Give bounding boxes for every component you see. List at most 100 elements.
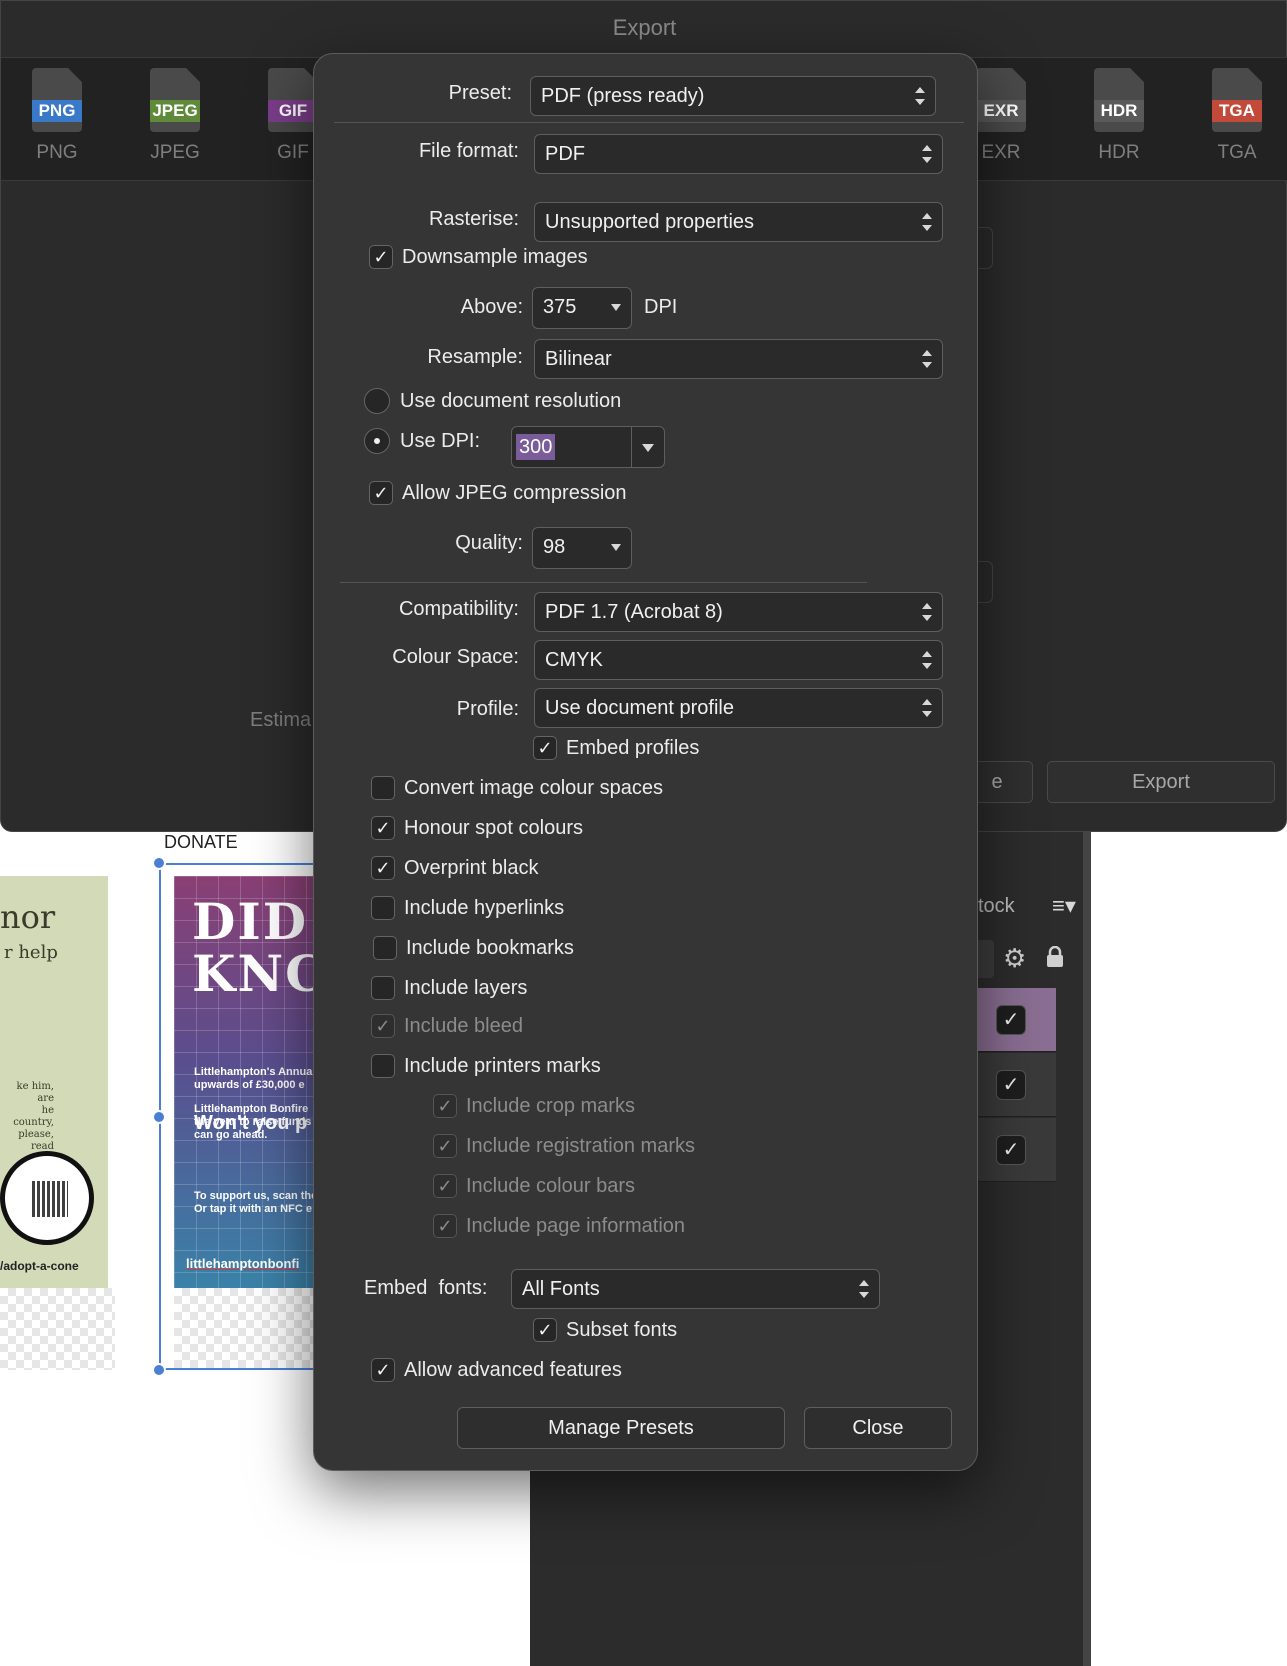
checkmark-icon: ✓ xyxy=(371,1014,395,1038)
format-tga[interactable]: TGA TGA xyxy=(1197,68,1277,164)
panel-scrollbar[interactable] xyxy=(1083,800,1091,1666)
checkmark-icon: ✓ xyxy=(369,245,393,269)
qr-code-badge xyxy=(0,1151,94,1245)
option-label: Include layers xyxy=(404,976,528,999)
export-button[interactable]: Export xyxy=(1047,761,1275,803)
include-colour-bars-checkbox: ✓ Include colour bars xyxy=(433,1174,635,1198)
dpi-unit-label: DPI xyxy=(644,296,678,318)
subset-fonts-checkbox[interactable]: ✓ Subset fonts xyxy=(533,1318,677,1342)
file-format-popup[interactable]: PDF xyxy=(534,134,943,174)
option-label: Include page information xyxy=(466,1214,686,1237)
preset-value: PDF (press ready) xyxy=(541,85,705,107)
layer-visibility-checkbox[interactable]: ✓ xyxy=(996,1005,1026,1035)
checkbox-empty xyxy=(371,896,395,920)
estimated-size-label: Estima xyxy=(250,709,312,731)
honour-spot-colours-checkbox[interactable]: ✓ Honour spot colours xyxy=(371,816,583,840)
use-dpi-field[interactable]: 300 xyxy=(511,426,665,468)
stepper-arrows-icon xyxy=(922,601,932,623)
include-page-information-checkbox: ✓ Include page information xyxy=(433,1214,685,1238)
pdf-options-dialog: Preset: PDF (press ready) File format: P… xyxy=(313,53,978,1471)
selection-handle-middle[interactable] xyxy=(152,1110,166,1124)
poster-left[interactable]: nor r help ke him, are he country, pleas… xyxy=(0,876,108,1288)
layer-visibility-checkbox[interactable]: ✓ xyxy=(996,1135,1026,1165)
use-document-resolution-label: Use document resolution xyxy=(400,389,622,412)
include-bookmarks-checkbox[interactable]: Include bookmarks xyxy=(373,936,574,960)
rasterise-label: Rasterise: xyxy=(428,208,519,230)
include-hyperlinks-checkbox[interactable]: Include hyperlinks xyxy=(371,896,564,920)
poster-left-url: /adopt-a-cone xyxy=(0,1259,79,1273)
checkmark-icon: ✓ xyxy=(433,1094,457,1118)
stepper-arrows-icon xyxy=(922,211,932,233)
include-layers-checkbox[interactable]: Include layers xyxy=(371,976,527,1000)
option-label: Overprint black xyxy=(404,856,539,879)
above-dpi-value: 375 xyxy=(543,296,577,318)
selection-handle-bottom[interactable] xyxy=(152,1363,166,1377)
selection-handle-top[interactable] xyxy=(152,856,166,870)
use-dpi-radio[interactable]: Use DPI: xyxy=(364,428,480,454)
gear-icon[interactable]: ⚙ xyxy=(1003,943,1026,974)
include-bleed-checkbox: ✓ Include bleed xyxy=(371,1014,523,1038)
above-dpi-combo[interactable]: 375 xyxy=(532,287,632,329)
overprint-black-checkbox[interactable]: ✓ Overprint black xyxy=(371,856,539,880)
format-png[interactable]: PNG PNG xyxy=(17,68,97,164)
layer-row[interactable]: ✓ xyxy=(978,1118,1056,1182)
include-crop-marks-checkbox: ✓ Include crop marks xyxy=(433,1094,635,1118)
checkmark-icon: ✓ xyxy=(433,1134,457,1158)
checkmark-icon: ✓ xyxy=(371,816,395,840)
convert-image-colour-spaces-checkbox[interactable]: Convert image colour spaces xyxy=(371,776,663,800)
layer-row[interactable]: ✓ xyxy=(978,988,1056,1052)
checkmark-icon: ✓ xyxy=(371,856,395,880)
rasterise-popup[interactable]: Unsupported properties xyxy=(534,202,943,242)
hdr-file-icon: HDR xyxy=(1094,68,1144,132)
radio-on-icon xyxy=(364,428,390,454)
rasterise-value: Unsupported properties xyxy=(545,211,755,233)
format-jpeg[interactable]: JPEG JPEG xyxy=(135,68,215,164)
png-file-icon: PNG xyxy=(32,68,82,132)
quality-label: Quality: xyxy=(455,532,523,554)
stepper-arrows-icon xyxy=(922,649,932,671)
use-dpi-value[interactable]: 300 xyxy=(516,434,556,460)
embed-profiles-checkbox[interactable]: ✓ Embed profiles xyxy=(533,736,699,760)
preset-label: Preset: xyxy=(448,82,512,104)
downsample-checkbox[interactable]: ✓ Downsample images xyxy=(369,245,588,269)
checkmark-icon: ✓ xyxy=(369,481,393,505)
include-printers-marks-checkbox[interactable]: Include printers marks xyxy=(371,1054,601,1078)
embed-fonts-popup[interactable]: All Fonts xyxy=(511,1269,880,1309)
allow-advanced-features-checkbox[interactable]: ✓ Allow advanced features xyxy=(371,1358,622,1382)
quality-combo[interactable]: 98 xyxy=(532,527,632,569)
use-dpi-label: Use DPI: xyxy=(400,429,481,452)
colour-space-label: Colour Space: xyxy=(392,646,519,668)
format-hdr[interactable]: HDR HDR xyxy=(1079,68,1159,164)
layer-row[interactable]: ✓ xyxy=(978,1053,1056,1117)
option-label: Include crop marks xyxy=(466,1094,635,1117)
subset-fonts-label: Subset fonts xyxy=(566,1318,678,1341)
dropdown-arrow-icon xyxy=(611,544,621,551)
option-label: Include registration marks xyxy=(466,1134,695,1157)
artboard-label-donate[interactable]: DONATE xyxy=(164,832,238,853)
option-label: Include bookmarks xyxy=(406,936,574,959)
colour-space-popup[interactable]: CMYK xyxy=(534,640,943,680)
option-label: Include colour bars xyxy=(466,1174,635,1197)
layer-visibility-checkbox[interactable]: ✓ xyxy=(996,1070,1026,1100)
window-title: Export xyxy=(612,15,677,40)
checkbox-empty xyxy=(371,776,395,800)
compatibility-popup[interactable]: PDF 1.7 (Acrobat 8) xyxy=(534,592,943,632)
embed-fonts-label: Embed fonts: xyxy=(364,1277,488,1299)
profile-popup[interactable]: Use document profile xyxy=(534,688,943,728)
manage-presets-button[interactable]: Manage Presets xyxy=(457,1407,785,1449)
resample-popup[interactable]: Bilinear xyxy=(534,339,943,379)
preset-popup[interactable]: PDF (press ready) xyxy=(530,76,936,116)
dropdown-arrow-icon[interactable] xyxy=(642,444,654,452)
checkbox-empty xyxy=(371,1054,395,1078)
allow-jpeg-checkbox[interactable]: ✓ Allow JPEG compression xyxy=(369,481,627,505)
selection-frame[interactable] xyxy=(159,863,319,1370)
format-jpeg-label: JPEG xyxy=(150,142,200,163)
compatibility-value: PDF 1.7 (Acrobat 8) xyxy=(545,601,723,623)
use-document-resolution-radio[interactable]: Use document resolution xyxy=(364,388,621,414)
close-button[interactable]: Close xyxy=(804,1407,952,1449)
panel-menu-icon[interactable]: ≡▾ xyxy=(1052,893,1076,919)
colour-space-value: CMYK xyxy=(545,649,603,671)
checkmark-icon: ✓ xyxy=(533,1318,557,1342)
lock-icon[interactable] xyxy=(1046,946,1064,968)
tab-stock[interactable]: tock xyxy=(978,895,1015,918)
